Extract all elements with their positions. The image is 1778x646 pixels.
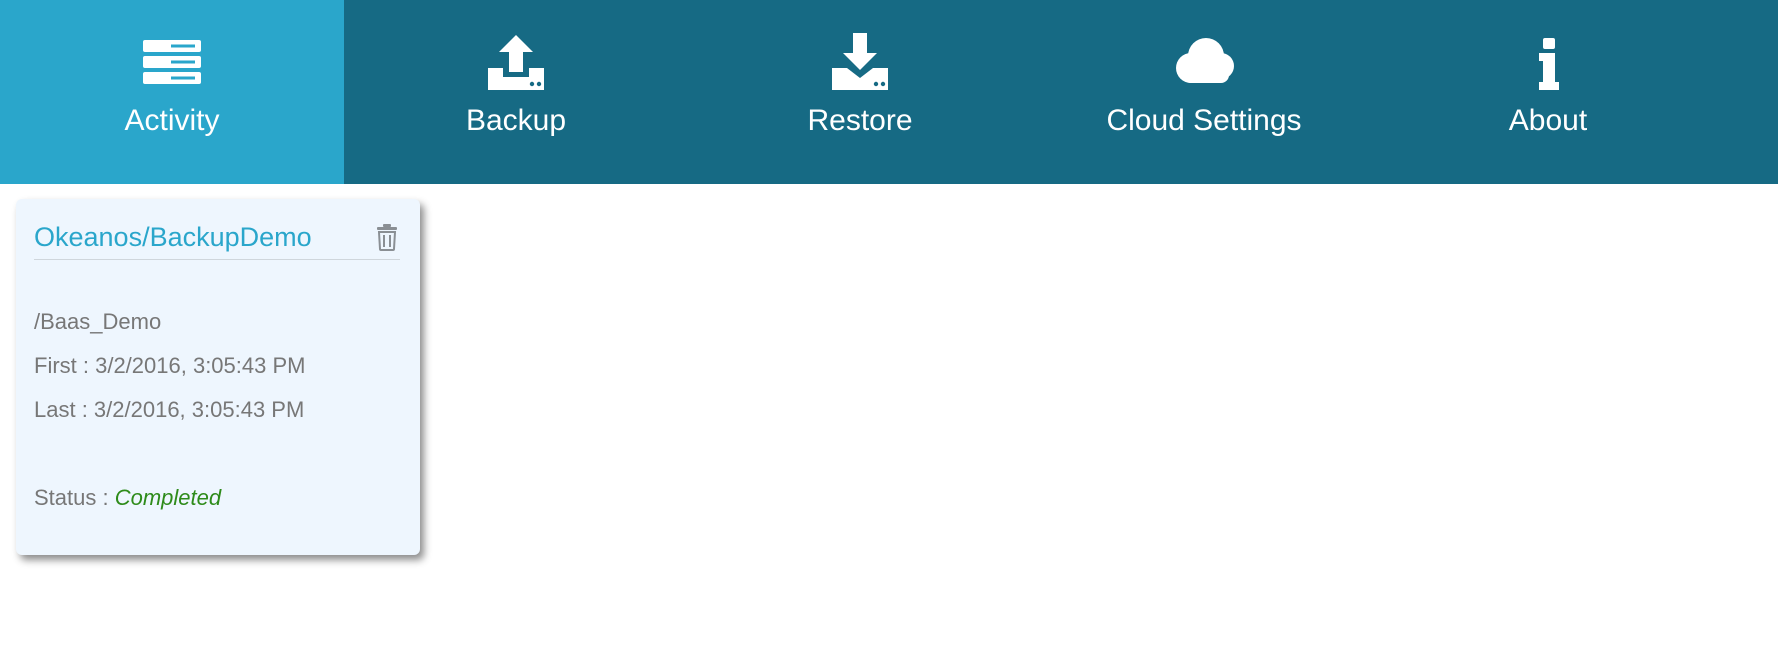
tab-cloud-settings[interactable]: Cloud Settings xyxy=(1032,0,1376,184)
download-icon xyxy=(825,32,895,92)
backup-path: /Baas_Demo xyxy=(34,309,162,334)
tab-restore[interactable]: Restore xyxy=(688,0,1032,184)
tab-about[interactable]: About xyxy=(1376,0,1720,184)
tab-backup-label: Backup xyxy=(465,104,567,137)
tab-cloud-settings-label: Cloud Settings xyxy=(1106,104,1302,137)
last-backup-time: Last : 3/2/2016, 3:05:43 PM xyxy=(34,397,305,422)
tab-activity[interactable]: Activity xyxy=(0,0,344,184)
top-navigation: Activity Backup Restore Cloud Settings A… xyxy=(0,0,1778,184)
info-icon xyxy=(1513,32,1583,92)
server-list-icon xyxy=(137,32,207,92)
activity-card: Okeanos/BackupDemo /Baas_Demo First : 3/… xyxy=(16,199,420,555)
upload-icon xyxy=(481,32,551,92)
tab-about-label: About xyxy=(1508,104,1588,137)
tab-backup[interactable]: Backup xyxy=(344,0,688,184)
status-badge: Completed xyxy=(114,485,222,510)
tab-activity-label: Activity xyxy=(124,104,220,137)
status-line: Status : Completed xyxy=(34,483,221,513)
cloud-icon xyxy=(1169,32,1239,92)
tab-restore-label: Restore xyxy=(807,104,913,137)
first-backup-time: First : 3/2/2016, 3:05:43 PM xyxy=(34,353,306,378)
status-label: Status : xyxy=(34,485,115,510)
title-divider xyxy=(34,259,400,260)
card-title: Okeanos/BackupDemo xyxy=(34,222,312,252)
trash-icon[interactable] xyxy=(375,223,399,251)
